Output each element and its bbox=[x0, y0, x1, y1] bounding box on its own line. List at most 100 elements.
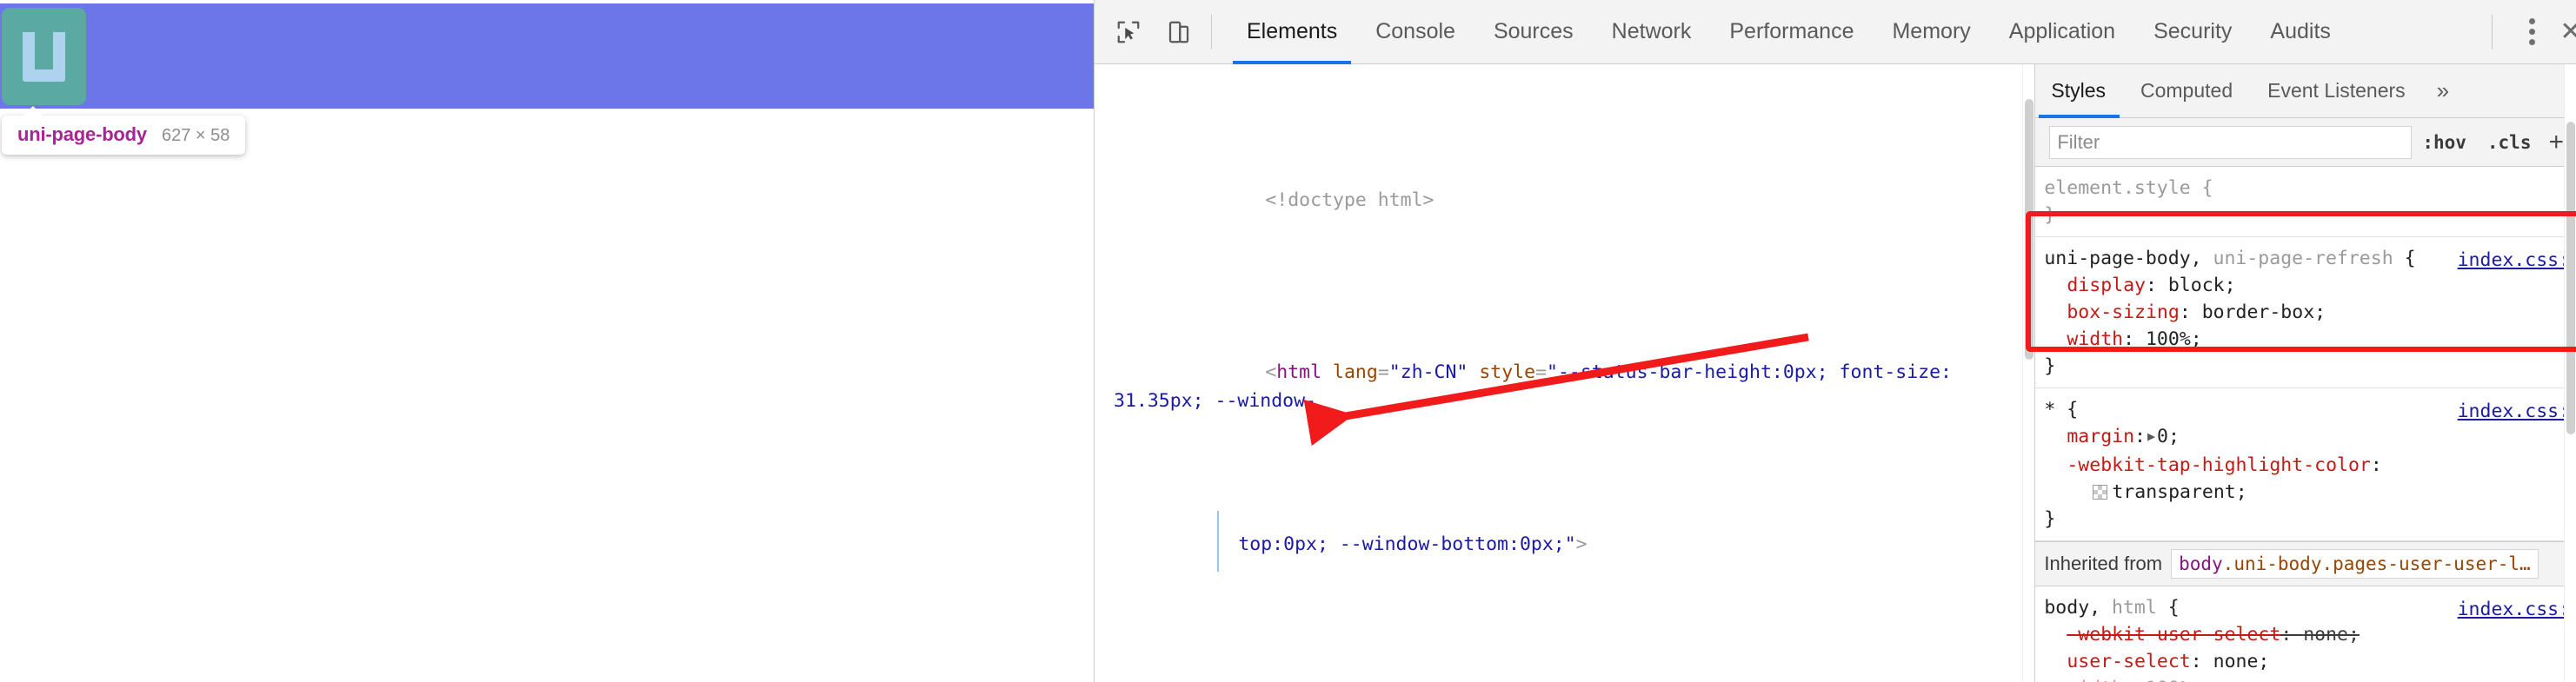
decl-user-select-prop: user-select bbox=[2067, 651, 2191, 672]
inherited-from-selector[interactable]: body.uni-body.pages-user-user-l… bbox=[2171, 549, 2539, 579]
decl-margin-value: 0 bbox=[2157, 426, 2168, 447]
html-style-value-b: top:0px; --window-bottom:0px;" bbox=[1238, 533, 1576, 555]
styles-more-tabs-icon[interactable]: » bbox=[2423, 77, 2463, 104]
dom-tree: <!doctype html> <html lang="zh-CN" style… bbox=[1095, 64, 2034, 682]
devtools-toolbar: Elements Console Sources Network Perform… bbox=[1095, 0, 2576, 64]
styles-pane-scrollbar[interactable] bbox=[2564, 64, 2576, 682]
tab-application[interactable]: Application bbox=[1990, 0, 2134, 64]
tab-application-label: Application bbox=[2008, 19, 2116, 43]
html-style-attr: style bbox=[1479, 361, 1536, 383]
html-tag-name: html bbox=[1276, 361, 1322, 383]
decl-box-sizing-value: border-box bbox=[2201, 301, 2315, 323]
rule-body-html[interactable]: body, html { index.css:1 -webkit-user-se… bbox=[2035, 586, 2576, 682]
rule-universal-selector: * bbox=[2044, 399, 2056, 420]
decl-margin[interactable]: margin: ▶0; bbox=[2044, 423, 2576, 452]
rule-body-html-source-link[interactable]: index.css:1 bbox=[2458, 596, 2576, 623]
inherited-selector-tag: body bbox=[2179, 553, 2223, 574]
decl-webkit-user-select[interactable]: -webkit-user-select: none; bbox=[2044, 621, 2576, 648]
decl-webkit-user-select-prop: -webkit-user-select bbox=[2067, 624, 2281, 646]
tab-styles[interactable]: Styles bbox=[2035, 64, 2123, 118]
decl-width[interactable]: width: 100%; bbox=[2044, 326, 2576, 353]
decl-display[interactable]: display: block; bbox=[2044, 272, 2576, 299]
rule-body-html-selector-dim: html bbox=[2112, 597, 2157, 619]
screenshot-root: uni-page-body 627 × 58 Elements Console … bbox=[0, 0, 2576, 682]
dom-line-html-open-cont[interactable]: top:0px; --window-bottom:0px;"> bbox=[1095, 501, 2034, 587]
styles-pane: Styles Computed Event Listeners » :hov .… bbox=[2034, 64, 2576, 682]
decl-box-sizing-prop: box-sizing bbox=[2067, 301, 2180, 323]
tab-memory-label: Memory bbox=[1892, 19, 1971, 43]
devtools-panel: Elements Console Sources Network Perform… bbox=[1094, 0, 2576, 682]
decl-display-prop: display bbox=[2067, 275, 2146, 296]
inspect-element-picker-icon[interactable] bbox=[1108, 12, 1148, 52]
color-swatch-icon[interactable] bbox=[2093, 485, 2108, 500]
inspect-tooltip: uni-page-body 627 × 58 bbox=[2, 106, 246, 155]
doctype-text: <!doctype html> bbox=[1265, 189, 1434, 211]
rule-uni-page-body-source-link[interactable]: index.css:1 bbox=[2458, 247, 2576, 274]
dom-line-doctype[interactable]: <!doctype html> bbox=[1095, 157, 2034, 243]
decl-box-sizing[interactable]: box-sizing: border-box; bbox=[2044, 299, 2576, 326]
decl-body-width-value: 100% bbox=[2146, 678, 2191, 682]
rule-uni-page-body[interactable]: uni-page-body, uni-page-refresh { index.… bbox=[2035, 237, 2576, 388]
toggle-element-state-button[interactable]: :hov bbox=[2412, 132, 2477, 153]
device-toolbar-icon[interactable] bbox=[1159, 12, 1199, 52]
rule-universal-source-link[interactable]: index.css:1 bbox=[2458, 398, 2576, 425]
tab-network[interactable]: Network bbox=[1593, 0, 1711, 64]
u-letter-glyph bbox=[23, 32, 65, 82]
rule-uni-page-body-selector-main: uni-page-body, bbox=[2044, 248, 2202, 269]
inherited-from-label: Inherited from bbox=[2044, 553, 2163, 574]
tab-computed-label: Computed bbox=[2140, 79, 2233, 102]
decl-display-value: block bbox=[2167, 275, 2225, 296]
tab-security[interactable]: Security bbox=[2134, 0, 2251, 64]
tab-event-listeners-label: Event Listeners bbox=[2267, 79, 2406, 102]
rule-universal[interactable]: * { index.css:1 margin: ▶0; -webkit-tap-h… bbox=[2035, 388, 2576, 541]
decl-webkit-user-select-value: none bbox=[2303, 624, 2348, 646]
toolbar-divider bbox=[1211, 14, 1212, 50]
dom-tree-pane[interactable]: <!doctype html> <html lang="zh-CN" style… bbox=[1095, 64, 2035, 682]
close-devtools-icon[interactable]: ✕ bbox=[2552, 12, 2576, 52]
decl-tap-highlight-value-line[interactable]: transparent; bbox=[2044, 479, 2576, 506]
tab-elements[interactable]: Elements bbox=[1228, 0, 1356, 64]
tab-computed[interactable]: Computed bbox=[2123, 64, 2250, 118]
decl-user-select[interactable]: user-select: none; bbox=[2044, 648, 2576, 675]
uni-app-u-logo-icon bbox=[2, 8, 86, 105]
decl-tap-highlight[interactable]: -webkit-tap-highlight-color: bbox=[2044, 452, 2576, 479]
decl-user-select-value: none bbox=[2213, 651, 2259, 672]
decl-tap-highlight-value: transparent bbox=[2112, 481, 2236, 503]
toolbar-right-group: ✕ bbox=[2483, 0, 2576, 64]
app-header-bar bbox=[0, 3, 1094, 109]
styles-filter-input[interactable] bbox=[2049, 125, 2413, 159]
decl-margin-prop: margin bbox=[2067, 426, 2135, 447]
dom-line-head[interactable]: <head>…</head> bbox=[1095, 673, 2034, 682]
decl-width-prop: width bbox=[2067, 328, 2124, 350]
rule-element-style-close: } bbox=[2044, 204, 2056, 226]
tab-event-listeners[interactable]: Event Listeners bbox=[2250, 64, 2423, 118]
tab-sources[interactable]: Sources bbox=[1474, 0, 1593, 64]
styles-filter-bar: :hov .cls + bbox=[2035, 118, 2576, 167]
tree-indent-guide bbox=[1217, 511, 1219, 572]
tab-audits-label: Audits bbox=[2270, 19, 2331, 43]
decl-body-width[interactable]: width: 100%; bbox=[2044, 675, 2576, 682]
tab-performance-label: Performance bbox=[1729, 19, 1854, 43]
decl-width-value: 100% bbox=[2145, 328, 2191, 350]
more-options-kebab-icon[interactable] bbox=[2512, 12, 2552, 52]
inspect-tooltip-dimensions: 627 × 58 bbox=[161, 126, 230, 145]
tab-console[interactable]: Console bbox=[1356, 0, 1474, 64]
decl-body-width-prop: width bbox=[2067, 678, 2123, 682]
tab-performance[interactable]: Performance bbox=[1710, 0, 1873, 64]
toggle-class-button[interactable]: .cls bbox=[2477, 132, 2542, 153]
tab-elements-label: Elements bbox=[1247, 19, 1338, 43]
styles-tab-strip: Styles Computed Event Listeners » bbox=[2035, 64, 2576, 118]
rule-body-html-selector-main: body, bbox=[2044, 597, 2101, 619]
html-lang-value: "zh-CN" bbox=[1388, 361, 1468, 383]
tab-styles-label: Styles bbox=[2051, 79, 2106, 102]
inspect-tooltip-tag: uni-page-body bbox=[17, 123, 147, 145]
tab-memory[interactable]: Memory bbox=[1873, 0, 1989, 64]
devtools-tab-strip: Elements Console Sources Network Perform… bbox=[1228, 0, 2350, 64]
rule-element-style[interactable]: element.style { } bbox=[2035, 167, 2576, 237]
tab-audits[interactable]: Audits bbox=[2251, 0, 2349, 64]
dom-line-html-open[interactable]: <html lang="zh-CN" style="--status-bar-h… bbox=[1095, 329, 2034, 444]
margin-expand-icon[interactable]: ▶ bbox=[2147, 423, 2155, 450]
dom-pane-scrollbar[interactable] bbox=[2022, 64, 2035, 682]
rule-uni-page-body-selector-dim: uni-page-refresh bbox=[2213, 248, 2393, 269]
page-viewport: uni-page-body 627 × 58 bbox=[0, 0, 1094, 682]
